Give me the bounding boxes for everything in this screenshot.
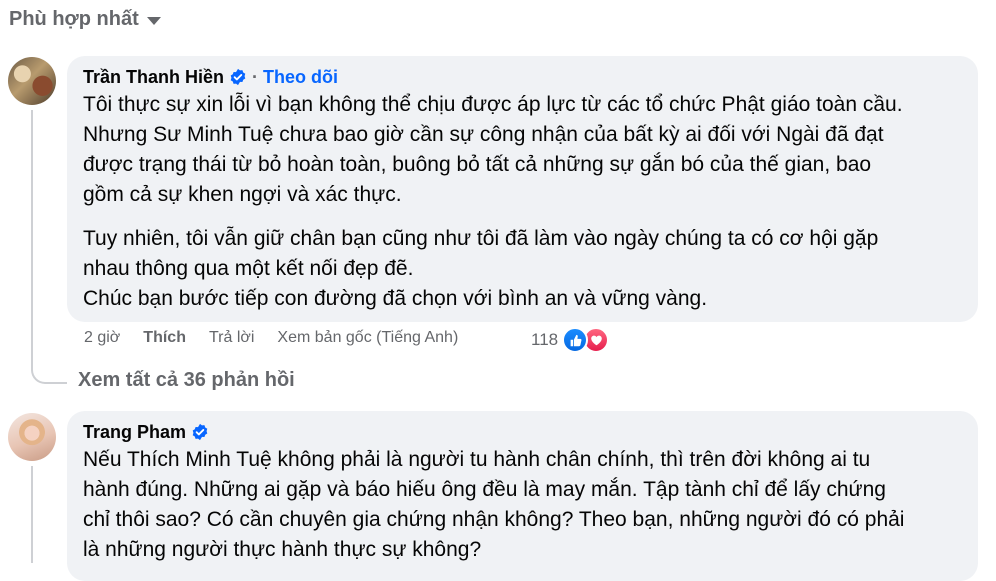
- verified-badge-icon: [230, 68, 246, 86]
- reaction-summary[interactable]: 118: [531, 327, 610, 353]
- verified-badge-icon: [192, 423, 208, 441]
- thread-line: [31, 466, 33, 563]
- comment-bubble: Trần Thanh Hiền · Theo dõi Tôi thực sự x…: [67, 56, 978, 322]
- comment-text-line: Nếu Thích Minh Tuệ không phải là người t…: [83, 448, 871, 471]
- comment-text-line: là những người thực hành thực sự không?: [83, 538, 482, 561]
- comment-text-line: Tuy nhiên, tôi vẫn giữ chân bạn cũng như…: [83, 227, 879, 250]
- follow-link[interactable]: Theo dõi: [263, 64, 338, 90]
- sort-label: Phù hợp nhất: [9, 8, 139, 30]
- comment-text-line: gồm cả sự khen ngợi và xác thực.: [83, 183, 402, 206]
- like-icon: [562, 327, 589, 353]
- comment-header: Trần Thanh Hiền · Theo dõi: [83, 64, 962, 90]
- comment-actions: 2 giờ Thích Trả lời Xem bản gốc (Tiếng A…: [84, 329, 481, 347]
- avatar[interactable]: [8, 57, 56, 105]
- comment-bubble: Trang Pham Nếu Thích Minh Tuệ không phải…: [67, 411, 978, 581]
- separator: ·: [252, 67, 259, 87]
- comment-header: Trang Pham: [83, 419, 962, 445]
- comment-text-line: chỉ thôi sao? Có cần chuyên gia chứng nh…: [83, 508, 905, 531]
- author-name[interactable]: Trần Thanh Hiền: [83, 64, 224, 90]
- avatar[interactable]: [8, 413, 56, 461]
- see-original-button[interactable]: Xem bản gốc (Tiếng Anh): [277, 329, 458, 347]
- comment-text-line: hành đúng. Những ai gặp và báo hiếu ông …: [83, 478, 886, 501]
- thread-line: [31, 110, 33, 360]
- reaction-count: 118: [531, 330, 559, 349]
- view-replies-link[interactable]: Xem tất cả 36 phản hồi: [78, 369, 295, 392]
- like-button[interactable]: Thích: [143, 329, 186, 347]
- comment-text-line: Nhưng Sư Minh Tuệ chưa bao giờ cần sự cô…: [83, 123, 884, 146]
- chevron-down-icon: [146, 17, 161, 25]
- comment-text-line: được trạng thái từ bỏ hoàn toàn, buông b…: [83, 153, 872, 176]
- thread-connector: [31, 358, 67, 384]
- sort-dropdown[interactable]: Phù hợp nhất: [9, 8, 161, 31]
- comment-text-line: Chúc bạn bước tiếp con đường đã chọn với…: [83, 287, 708, 310]
- reply-button[interactable]: Trả lời: [209, 329, 254, 347]
- timestamp[interactable]: 2 giờ: [84, 329, 120, 347]
- comment-text-line: nhau thông qua một kết nối đẹp đẽ.: [83, 257, 414, 280]
- author-name[interactable]: Trang Pham: [83, 419, 186, 445]
- comment-text-line: Tôi thực sự xin lỗi vì bạn không thể chị…: [83, 93, 903, 116]
